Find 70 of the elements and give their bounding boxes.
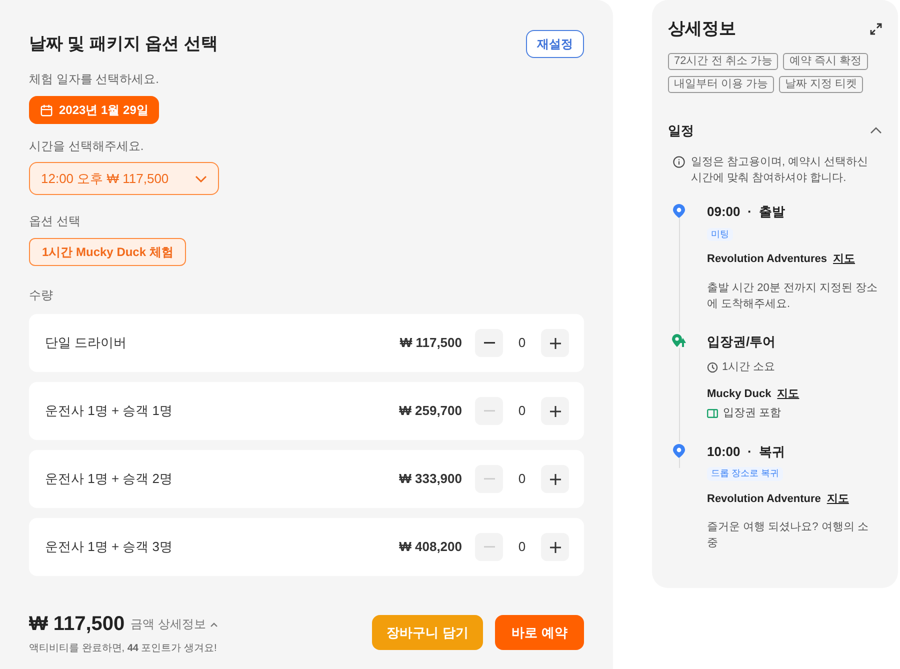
included-text: 입장권 포함 xyxy=(723,406,782,421)
place-name: Mucky Duck xyxy=(707,386,772,402)
feature-tag: 예약 즉시 확정 xyxy=(783,52,868,70)
minus-icon xyxy=(484,410,494,412)
minus-icon xyxy=(484,342,494,344)
place-name: Revolution Adventures xyxy=(707,252,827,267)
map-link[interactable]: 지도 xyxy=(826,490,849,507)
map-link[interactable]: 지도 xyxy=(833,251,855,268)
option-price: ₩ 408,200 xyxy=(399,538,462,556)
section-title: 일정 xyxy=(668,122,694,140)
stop-tag: 미팅 xyxy=(707,228,733,241)
duration-text: 1시간 소요 xyxy=(722,360,776,375)
stop-tag: 드롭 장소로 복귀 xyxy=(707,467,784,480)
stop-note: 즐거운 여행 되셨나요? 여행의 소중 xyxy=(707,520,870,551)
field-label: 옵션 선택 xyxy=(29,213,82,230)
stop-heading: 09:00 · 출발 xyxy=(707,203,786,221)
calendar-icon xyxy=(40,104,53,116)
stop-heading: 입장권/투어 xyxy=(707,332,776,350)
plus-button[interactable] xyxy=(541,397,569,425)
expand-icon[interactable] xyxy=(870,22,882,35)
info-icon xyxy=(673,156,685,168)
stop-heading: 10:00 · 복귀 xyxy=(707,442,786,460)
reset-button[interactable]: 재설정 xyxy=(526,30,584,58)
ticket-icon xyxy=(707,408,718,418)
field-label: 수량 xyxy=(29,287,54,304)
minus-button[interactable] xyxy=(475,329,503,357)
option-chip[interactable]: 1시간 Mucky Duck 체험 xyxy=(29,238,186,266)
stop-note: 출발 시간 20분 전까지 지정된 장소에 도착해주세요. xyxy=(707,280,879,312)
quantity-count: 0 xyxy=(517,334,527,352)
plus-icon xyxy=(550,406,560,416)
option-price: ₩ 259,700 xyxy=(399,402,462,420)
collapse-toggle[interactable] xyxy=(870,126,882,134)
minus-icon xyxy=(484,546,494,548)
plus-icon xyxy=(550,338,560,348)
field-label: 시간을 선택해주세요. xyxy=(29,138,145,155)
panel-title: 상세정보 xyxy=(668,18,736,40)
quantity-count: 0 xyxy=(517,470,527,488)
price-details-link[interactable]: 금액 상세정보 xyxy=(130,615,218,633)
plus-button[interactable] xyxy=(541,329,569,357)
map-link[interactable]: 지도 xyxy=(777,386,800,402)
option-name: 단일 드라이버 xyxy=(45,334,128,352)
option-name: 운전사 1명 + 승객 3명 xyxy=(45,538,174,556)
time-select[interactable]: 12:00 오후 ₩ 117,500 xyxy=(29,162,219,195)
option-price: ₩ 333,900 xyxy=(399,470,462,488)
tree-pin-icon xyxy=(672,334,686,348)
total-price: ₩ 117,500 xyxy=(29,612,125,637)
feature-tag: 날짜 지정 티켓 xyxy=(779,76,864,92)
feature-tag: 내일부터 이용 가능 xyxy=(668,76,774,92)
plus-button[interactable] xyxy=(541,533,569,561)
plus-icon xyxy=(550,474,560,484)
plus-button[interactable] xyxy=(541,465,569,493)
option-price: ₩ 117,500 xyxy=(400,334,462,352)
minus-icon xyxy=(484,478,494,480)
plus-icon xyxy=(550,542,560,552)
add-to-cart-button[interactable]: 장바구니 담기 xyxy=(372,615,483,650)
points-note: 액티비티를 완료하면, 44 포인트가 생겨요! xyxy=(29,642,218,656)
section-title: 날짜 및 패키지 옵션 선택 xyxy=(29,33,218,56)
chevron-down-icon xyxy=(195,174,207,182)
feature-tag: 72시간 전 취소 가능 xyxy=(668,52,778,70)
date-button[interactable]: 2023년 1월 29일 xyxy=(29,96,160,124)
book-now-button[interactable]: 바로 예약 xyxy=(495,615,584,650)
place-name: Revolution Adventure xyxy=(707,492,821,506)
option-name: 운전사 1명 + 승객 2명 xyxy=(45,470,174,488)
field-label: 체험 일자를 선택하세요. xyxy=(29,71,160,88)
quantity-count: 0 xyxy=(517,538,527,556)
option-name: 운전사 1명 + 승객 1명 xyxy=(45,402,174,420)
chevron-up-icon xyxy=(210,622,218,626)
quantity-count: 0 xyxy=(517,402,527,420)
clock-icon xyxy=(707,362,718,373)
schedule-notice: 일정은 참고용이며, 예약시 선택하신 시간에 맞춰 참여하셔야 합니다. xyxy=(691,155,870,186)
